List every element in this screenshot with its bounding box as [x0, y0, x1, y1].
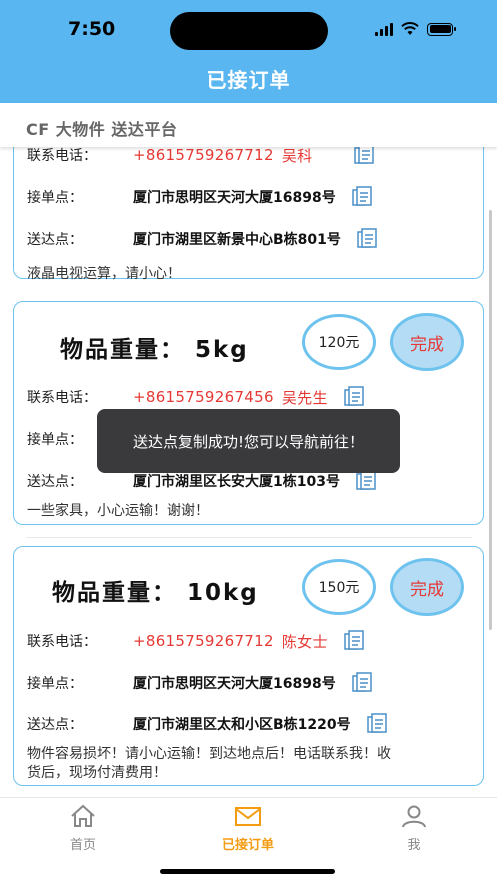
order-note: 液晶电视运算，请小心！	[27, 266, 181, 282]
tab-label: 首页	[69, 838, 96, 853]
phone-label: 联系电话：	[27, 390, 97, 406]
dropoff-label: 送达点：	[27, 232, 83, 248]
app-header: 7:50 已接订单	[0, 0, 497, 103]
phone-row: 联系电话： +8615759267712 吴科	[27, 147, 376, 168]
contact-name: 陈女士	[281, 632, 328, 651]
dropoff-label: 送达点：	[27, 717, 83, 733]
dropoff-label: 送达点：	[27, 474, 83, 490]
tab-label: 我	[407, 838, 421, 853]
scrollbar[interactable]	[489, 210, 492, 630]
copy-icon[interactable]	[350, 671, 374, 695]
mail-icon	[235, 807, 261, 826]
copy-icon[interactable]	[355, 227, 379, 251]
copy-icon[interactable]	[352, 147, 376, 167]
phone-label: 联系电话：	[27, 634, 97, 650]
phone-number[interactable]: +8615759267712	[133, 147, 274, 164]
status-time: 7:50	[68, 18, 116, 40]
dropoff-address: 厦门市湖里区长安大厦1栋103号	[133, 474, 340, 490]
order-note: 一些家具，小心运输！谢谢！	[27, 503, 209, 519]
copy-icon[interactable]	[342, 385, 366, 409]
contact-name: 吴先生	[281, 388, 328, 407]
platform-name: CF 大物件 送达平台	[26, 120, 178, 139]
tab-me[interactable]: 我	[369, 804, 459, 853]
note-line: 物件容易损坏！请小心运输！到达地点后！电话联系我！收	[27, 746, 391, 762]
page-title: 已接订单	[206, 68, 291, 92]
phone-row: 联系电话： +8615759267712 陈女士	[27, 628, 366, 654]
dropoff-row: 送达点： 厦门市湖里区新景中心B栋801号	[27, 226, 379, 252]
order-card: 联系电话： +8615759267712 吴科 接单点： 厦门市思明区天河大厦1…	[13, 147, 484, 282]
dropoff-row: 送达点： 厦门市湖里区太和小区B栋1220号	[27, 711, 389, 737]
copy-icon[interactable]	[365, 712, 389, 736]
complete-button[interactable]: 完成	[390, 313, 464, 371]
dropoff-address: 厦门市湖里区太和小区B栋1220号	[133, 717, 351, 733]
price-badge: 120元	[302, 314, 376, 370]
copy-icon[interactable]	[350, 185, 374, 209]
phone-number[interactable]: +8615759267712	[133, 632, 274, 650]
home-indicator	[160, 869, 335, 874]
copy-success-toast: 送达点复制成功!您可以导航前往！	[97, 409, 400, 473]
pickup-row: 接单点： 厦门市思明区天河大厦16898号	[27, 184, 374, 210]
wifi-icon	[401, 22, 419, 35]
dynamic-island	[170, 12, 328, 50]
status-icons	[375, 22, 456, 36]
phone-label: 联系电话：	[27, 148, 97, 164]
tab-home[interactable]: 首页	[38, 804, 128, 853]
order-note: 物件容易损坏！请小心运输！到达地点后！电话联系我！收 货后，现场付清费用！	[27, 745, 391, 783]
home-icon	[71, 804, 95, 827]
dropoff-address: 厦门市湖里区新景中心B栋801号	[133, 232, 341, 248]
contact-name: 吴科	[281, 147, 313, 165]
phone-row: 联系电话： +8615759267456 吴先生	[27, 384, 366, 410]
pickup-row: 接单点： 厦门市思明区天河大厦16898号	[27, 670, 374, 696]
signal-icon	[375, 22, 393, 36]
pickup-address: 厦门市思明区天河大厦16898号	[133, 676, 336, 692]
person-icon	[402, 805, 426, 828]
pickup-address: 厦门市思明区天河大厦16898号	[133, 190, 336, 206]
item-weight: 物品重量： 10kg	[52, 580, 259, 606]
phone-number[interactable]: +8615759267456	[133, 388, 274, 406]
pickup-label: 接单点：	[27, 676, 83, 692]
tab-accepted-orders[interactable]: 已接订单	[203, 804, 293, 853]
note-line: 货后，现场付清费用！	[27, 765, 167, 781]
battery-icon	[427, 22, 456, 36]
card-divider	[26, 537, 472, 538]
pickup-label: 接单点：	[27, 190, 83, 206]
tab-label: 已接订单	[221, 838, 274, 853]
item-weight: 物品重量： 5kg	[60, 337, 249, 363]
price-badge: 150元	[302, 559, 376, 615]
complete-button[interactable]: 完成	[390, 558, 464, 616]
copy-icon[interactable]	[342, 629, 366, 653]
platform-banner: CF 大物件 送达平台	[0, 103, 497, 147]
order-card: 物品重量： 10kg 150元 完成 联系电话： +8615759267712 …	[13, 546, 484, 786]
